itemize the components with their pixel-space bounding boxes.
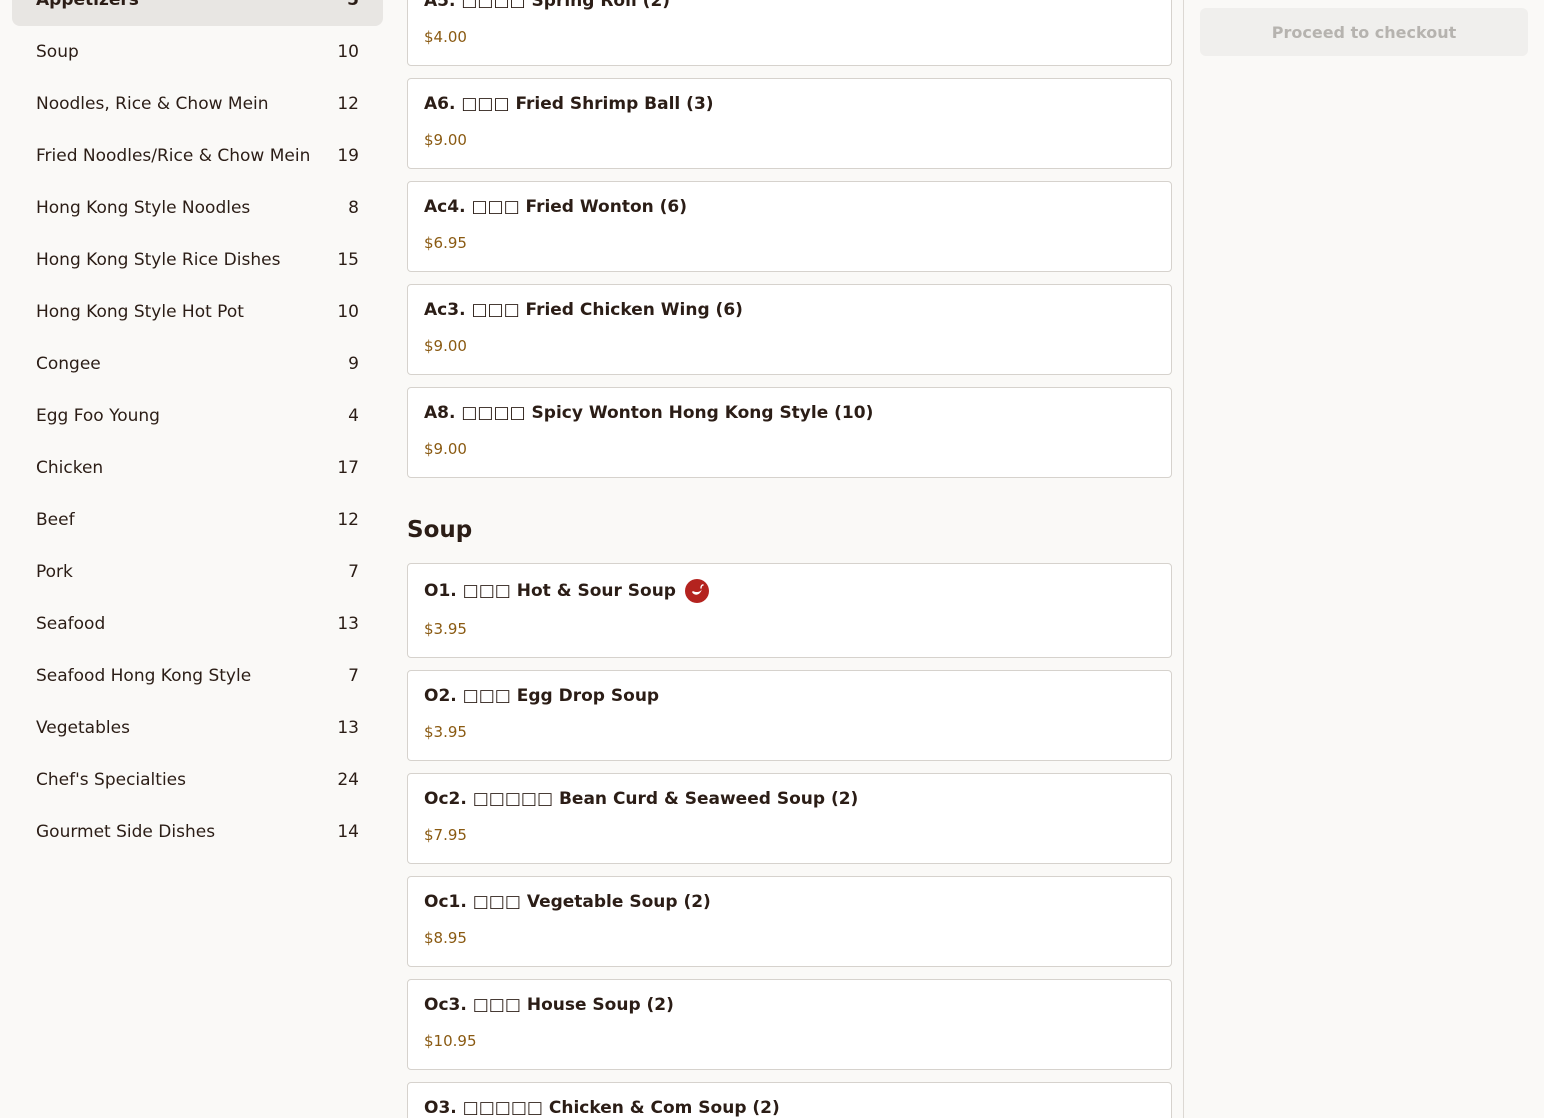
menu-page: Appetizers 5 Soup 10 Noodles, Rice & Cho… xyxy=(0,0,1544,1118)
menu-item-title-row: O1. □□□ Hot & Sour Soup xyxy=(424,579,709,603)
menu-item-title: O3. □□□□□ Chicken & Com Soup (2) xyxy=(424,1098,780,1118)
category-count: 7 xyxy=(348,562,359,582)
category-label: Hong Kong Style Hot Pot xyxy=(36,302,244,322)
category-label: Gourmet Side Dishes xyxy=(36,822,216,842)
category-label: Pork xyxy=(36,562,73,582)
category-count: 13 xyxy=(337,718,359,738)
menu-item-price: $7.95 xyxy=(424,826,467,844)
menu-item-card[interactable]: O2. □□□ Egg Drop Soup $3.95 xyxy=(407,670,1172,761)
category-count: 10 xyxy=(337,302,359,322)
category-item-gourmet-side-dishes[interactable]: Gourmet Side Dishes 14 xyxy=(12,806,383,858)
category-label: Noodles, Rice & Chow Mein xyxy=(36,94,269,114)
category-item-noodles-rice-chow-mein[interactable]: Noodles, Rice & Chow Mein 12 xyxy=(12,78,383,130)
category-label: Chef's Specialties xyxy=(36,770,186,790)
category-label: Vegetables xyxy=(36,718,130,738)
menu-item-card[interactable]: Oc1. □□□ Vegetable Soup (2) $8.95 xyxy=(407,876,1172,967)
category-label: Appetizers xyxy=(36,0,139,10)
category-item-congee[interactable]: Congee 9 xyxy=(12,338,383,390)
menu-item-title: Ac3. □□□ Fried Chicken Wing (6) xyxy=(424,300,743,320)
menu-item-title: A5. □□□□ Spring Roll (2) xyxy=(424,0,671,11)
category-count: 19 xyxy=(337,146,359,166)
menu-item-card[interactable]: Oc2. □□□□□ Bean Curd & Seaweed Soup (2) … xyxy=(407,773,1172,864)
category-count: 7 xyxy=(348,666,359,686)
menu-item-card[interactable]: A5. □□□□ Spring Roll (2) $4.00 xyxy=(407,0,1172,66)
menu-item-price: $10.95 xyxy=(424,1032,477,1050)
menu-item-card[interactable]: A8. □□□□ Spicy Wonton Hong Kong Style (1… xyxy=(407,387,1172,478)
menu-item-title: A6. □□□ Fried Shrimp Ball (3) xyxy=(424,94,714,114)
category-label: Chicken xyxy=(36,458,104,478)
category-label: Soup xyxy=(36,42,79,62)
menu-item-title: O1. □□□ Hot & Sour Soup xyxy=(424,581,676,601)
category-sidebar: Appetizers 5 Soup 10 Noodles, Rice & Cho… xyxy=(12,0,383,858)
column-divider xyxy=(1183,0,1184,1118)
category-label: Congee xyxy=(36,354,101,374)
category-label: Fried Noodles/Rice & Chow Mein xyxy=(36,146,311,166)
menu-item-price: $9.00 xyxy=(424,131,467,149)
category-count: 13 xyxy=(337,614,359,634)
menu-item-price: $9.00 xyxy=(424,440,467,458)
category-item-pork[interactable]: Pork 7 xyxy=(12,546,383,598)
category-count: 9 xyxy=(348,354,359,374)
section-title-soup: Soup xyxy=(407,517,473,543)
menu-item-card[interactable]: A6. □□□ Fried Shrimp Ball (3) $9.00 xyxy=(407,78,1172,169)
menu-item-title: Ac4. □□□ Fried Wonton (6) xyxy=(424,197,688,217)
category-item-egg-foo-young[interactable]: Egg Foo Young 4 xyxy=(12,390,383,442)
menu-item-price: $3.95 xyxy=(424,723,467,741)
category-label: Seafood Hong Kong Style xyxy=(36,666,252,686)
menu-item-card[interactable]: Ac4. □□□ Fried Wonton (6) $6.95 xyxy=(407,181,1172,272)
menu-item-card[interactable]: Ac3. □□□ Fried Chicken Wing (6) $9.00 xyxy=(407,284,1172,375)
menu-item-title: Oc3. □□□ House Soup (2) xyxy=(424,995,674,1015)
category-count: 12 xyxy=(337,510,359,530)
category-item-seafood-hk[interactable]: Seafood Hong Kong Style 7 xyxy=(12,650,383,702)
category-label: Hong Kong Style Rice Dishes xyxy=(36,250,281,270)
menu-item-price: $3.95 xyxy=(424,620,467,638)
category-item-seafood[interactable]: Seafood 13 xyxy=(12,598,383,650)
category-label: Hong Kong Style Noodles xyxy=(36,198,251,218)
menu-item-card[interactable]: O3. □□□□□ Chicken & Com Soup (2) xyxy=(407,1082,1172,1118)
category-item-chicken[interactable]: Chicken 17 xyxy=(12,442,383,494)
category-count: 5 xyxy=(347,0,359,10)
category-label: Beef xyxy=(36,510,75,530)
category-count: 24 xyxy=(337,770,359,790)
proceed-to-checkout-button[interactable]: Proceed to checkout xyxy=(1200,8,1528,56)
category-count: 12 xyxy=(337,94,359,114)
category-item-hk-rice-dishes[interactable]: Hong Kong Style Rice Dishes 15 xyxy=(12,234,383,286)
category-count: 17 xyxy=(337,458,359,478)
category-item-beef[interactable]: Beef 12 xyxy=(12,494,383,546)
category-count: 10 xyxy=(337,42,359,62)
category-item-soup[interactable]: Soup 10 xyxy=(12,26,383,78)
menu-item-card[interactable]: O1. □□□ Hot & Sour Soup $3.95 xyxy=(407,563,1172,658)
menu-item-card[interactable]: Oc3. □□□ House Soup (2) $10.95 xyxy=(407,979,1172,1070)
category-item-hk-noodles[interactable]: Hong Kong Style Noodles 8 xyxy=(12,182,383,234)
menu-item-title: Oc2. □□□□□ Bean Curd & Seaweed Soup (2) xyxy=(424,789,859,809)
category-count: 8 xyxy=(348,198,359,218)
category-label: Seafood xyxy=(36,614,106,634)
category-item-hk-hot-pot[interactable]: Hong Kong Style Hot Pot 10 xyxy=(12,286,383,338)
category-count: 14 xyxy=(337,822,359,842)
menu-item-title: A8. □□□□ Spicy Wonton Hong Kong Style (1… xyxy=(424,403,874,423)
menu-item-price: $4.00 xyxy=(424,28,467,46)
category-item-fried-noodles[interactable]: Fried Noodles/Rice & Chow Mein 19 xyxy=(12,130,383,182)
category-item-chefs-specialties[interactable]: Chef's Specialties 24 xyxy=(12,754,383,806)
menu-item-title: Oc1. □□□ Vegetable Soup (2) xyxy=(424,892,711,912)
menu-item-price: $6.95 xyxy=(424,234,467,252)
category-label: Egg Foo Young xyxy=(36,406,160,426)
menu-item-price: $9.00 xyxy=(424,337,467,355)
category-item-vegetables[interactable]: Vegetables 13 xyxy=(12,702,383,754)
category-count: 4 xyxy=(348,406,359,426)
menu-item-price: $8.95 xyxy=(424,929,467,947)
category-item-appetizers[interactable]: Appetizers 5 xyxy=(12,0,383,26)
chili-pepper-icon xyxy=(684,579,709,603)
category-count: 15 xyxy=(337,250,359,270)
menu-item-title: O2. □□□ Egg Drop Soup xyxy=(424,686,660,706)
